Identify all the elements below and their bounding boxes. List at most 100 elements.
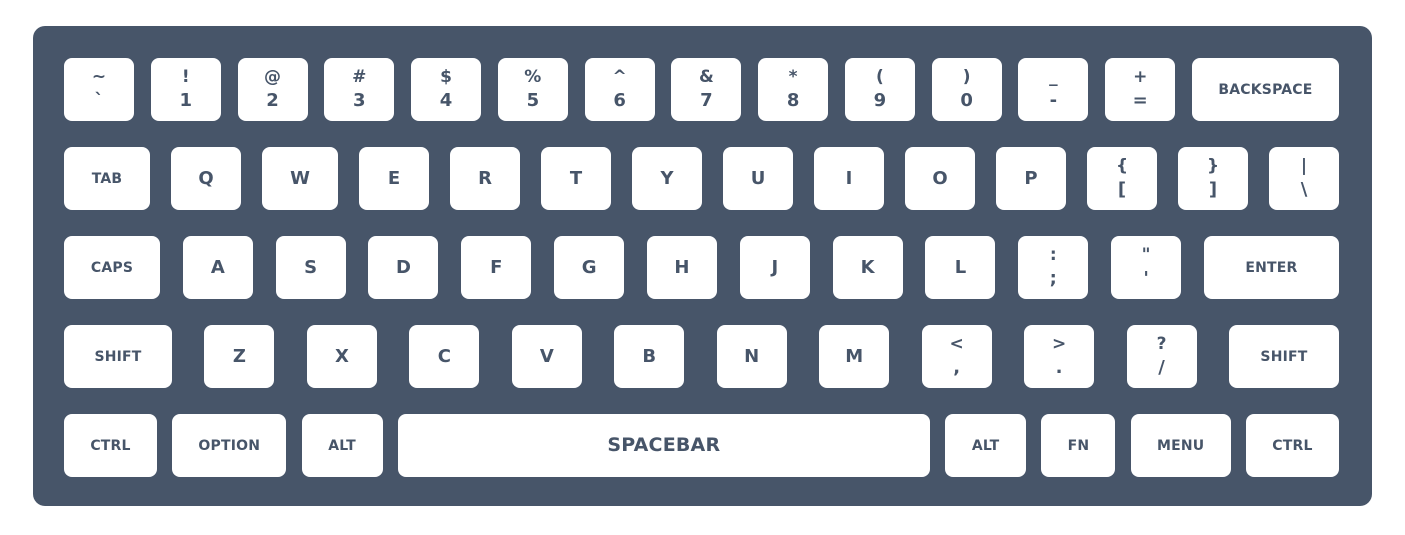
key-shift-legend: ) — [962, 67, 971, 87]
key-base-legend: , — [953, 357, 961, 378]
key-t[interactable]: T — [541, 147, 611, 210]
key-0[interactable]: ) 0 — [931, 58, 1002, 121]
key-x[interactable]: X — [306, 325, 377, 388]
key-label: D — [396, 256, 411, 278]
key-e[interactable]: E — [359, 147, 429, 210]
key-label: Y — [660, 167, 674, 189]
key-s[interactable]: S — [275, 236, 346, 299]
key-a[interactable]: A — [182, 236, 253, 299]
key-backslash[interactable]: | \ — [1269, 147, 1339, 210]
key-base-legend: . — [1055, 357, 1063, 378]
key-alt-left[interactable]: ALT — [301, 414, 383, 477]
key-alt-right[interactable]: ALT — [945, 414, 1027, 477]
key-label: U — [750, 167, 766, 189]
key-shift-right[interactable]: SHIFT — [1228, 325, 1339, 388]
key-shift-legend: { — [1115, 156, 1129, 176]
key-semicolon[interactable]: :; — [1018, 236, 1089, 299]
key-label: CTRL — [1272, 437, 1313, 454]
key-ctrl-left[interactable]: CTRL — [64, 414, 157, 477]
key-shift-legend: } — [1206, 156, 1220, 176]
key-base-legend: ; — [1049, 268, 1057, 289]
key-label: CTRL — [90, 437, 131, 454]
key-o[interactable]: O — [905, 147, 975, 210]
key-label: G — [581, 256, 597, 278]
key-5[interactable]: % 5 — [497, 58, 568, 121]
key-v[interactable]: V — [511, 325, 582, 388]
keyboard-row-bottom: CTRL OPTION ALT SPACEBAR ALT FN MENU CTRL — [64, 414, 1339, 477]
key-shift-legend: # — [352, 67, 367, 87]
key-n[interactable]: N — [716, 325, 787, 388]
key-equals[interactable]: + = — [1105, 58, 1176, 121]
key-base-legend: \ — [1300, 179, 1308, 200]
key-spacebar[interactable]: SPACEBAR — [397, 414, 930, 477]
key-w[interactable]: W — [262, 147, 338, 210]
key-period[interactable]: >. — [1024, 325, 1095, 388]
key-4[interactable]: $4 — [411, 58, 482, 121]
key-shift-legend: : — [1049, 245, 1057, 265]
key-l[interactable]: L — [925, 236, 996, 299]
key-tab[interactable]: TAB — [64, 147, 150, 210]
key-menu[interactable]: MENU — [1130, 414, 1231, 477]
key-1[interactable]: ! 1 — [150, 58, 221, 121]
key-p[interactable]: P — [996, 147, 1066, 210]
key-6[interactable]: ^ 6 — [584, 58, 655, 121]
key-3[interactable]: #3 — [324, 58, 395, 121]
key-shift-legend: ! — [181, 67, 190, 87]
key-slash[interactable]: ? / — [1126, 325, 1197, 388]
key-y[interactable]: Y — [632, 147, 702, 210]
key-backtick[interactable]: ~ ` — [64, 58, 134, 121]
key-label: SHIFT — [1260, 348, 1308, 365]
key-base-legend: 1 — [179, 90, 193, 111]
key-ctrl-right[interactable]: CTRL — [1245, 414, 1339, 477]
key-caps[interactable]: CAPS — [64, 236, 160, 299]
keyboard-row-number: ~ `! 1 @2 #3 $4% 5 ^ 6 & 7 * 8(9) 0 _ - + = BACKSPACE — [64, 58, 1339, 121]
key-b[interactable]: B — [614, 325, 685, 388]
key-u[interactable]: U — [723, 147, 793, 210]
key-base-legend: 7 — [700, 90, 713, 111]
key-r[interactable]: R — [450, 147, 520, 210]
key-i[interactable]: I — [814, 147, 884, 210]
key-9[interactable]: (9 — [844, 58, 915, 121]
key-left-bracket[interactable]: {[ — [1087, 147, 1157, 210]
key-label: BACKSPACE — [1218, 81, 1313, 98]
key-label: E — [387, 167, 401, 189]
key-option[interactable]: OPTION — [172, 414, 287, 477]
key-label: Z — [232, 345, 246, 367]
keyboard-row-home: CAPS A S D F G H J K L:; " ' ENTER — [64, 236, 1339, 299]
key-label: T — [569, 167, 583, 189]
key-z[interactable]: Z — [204, 325, 275, 388]
key-8[interactable]: * 8 — [758, 58, 829, 121]
key-minus[interactable]: _ - — [1018, 58, 1089, 121]
key-shift-left[interactable]: SHIFT — [64, 325, 172, 388]
key-c[interactable]: C — [409, 325, 480, 388]
key-label: CAPS — [90, 259, 134, 276]
key-enter[interactable]: ENTER — [1203, 236, 1339, 299]
key-m[interactable]: M — [819, 325, 890, 388]
key-d[interactable]: D — [368, 236, 439, 299]
keyboard: ~ `! 1 @2 #3 $4% 5 ^ 6 & 7 * 8(9) 0 _ - + = BACKSPACE TAB Q… — [33, 26, 1372, 506]
key-q[interactable]: Q — [171, 147, 241, 210]
key-2[interactable]: @2 — [237, 58, 308, 121]
key-k[interactable]: K — [832, 236, 903, 299]
key-comma[interactable]: <, — [921, 325, 992, 388]
key-label: M — [845, 345, 864, 367]
key-h[interactable]: H — [646, 236, 717, 299]
key-fn[interactable]: FN — [1041, 414, 1116, 477]
key-7[interactable]: & 7 — [671, 58, 742, 121]
key-label: L — [954, 256, 967, 278]
key-shift-legend: > — [1051, 334, 1067, 354]
key-quote[interactable]: " ' — [1111, 236, 1182, 299]
key-j[interactable]: J — [739, 236, 810, 299]
key-g[interactable]: G — [554, 236, 625, 299]
key-f[interactable]: F — [461, 236, 532, 299]
key-shift-legend: @ — [264, 67, 282, 87]
key-label: ENTER — [1245, 259, 1298, 276]
key-base-legend: / — [1158, 357, 1165, 378]
key-label: V — [539, 345, 554, 367]
key-backspace[interactable]: BACKSPACE — [1191, 58, 1339, 121]
key-base-legend: - — [1049, 90, 1058, 111]
key-base-legend: 8 — [786, 90, 800, 111]
key-right-bracket[interactable]: }] — [1178, 147, 1248, 210]
key-base-legend: ` — [94, 90, 104, 111]
key-base-legend: ] — [1208, 179, 1218, 200]
